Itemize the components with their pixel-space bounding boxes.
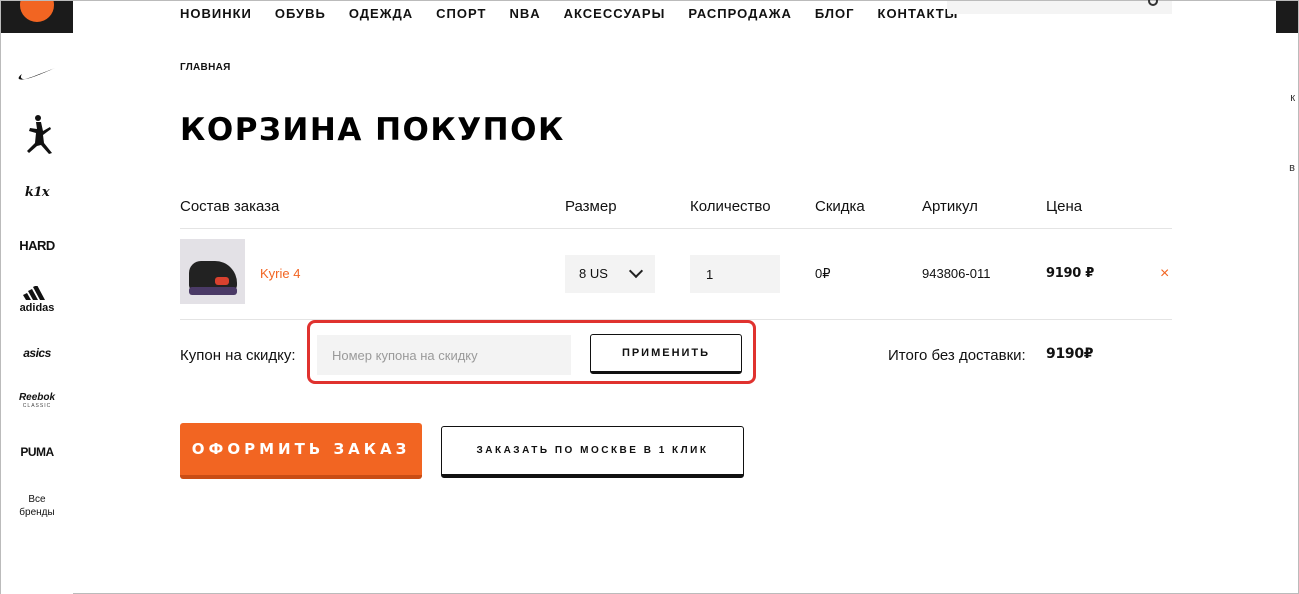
header-size: Размер [565,198,617,215]
coupon-input[interactable] [317,335,571,375]
sneaker-sole [189,287,237,295]
k1x-logo[interactable]: k1x [1,185,73,200]
adidas-wordmark: adidas [19,302,55,314]
search-icon[interactable] [1148,0,1158,6]
right-panel-text-2: в [1289,162,1295,174]
puma-logo[interactable]: PUMA [1,445,73,459]
all-brands-link[interactable]: Все бренды [1,493,73,519]
sneaker-image [189,261,237,295]
nav-sport[interactable]: СПОРТ [436,6,486,21]
nav-sale[interactable]: РАСПРОДАЖА [688,6,792,21]
one-click-order-button[interactable]: ЗАКАЗАТЬ ПО МОСКВЕ В 1 КЛИК [441,426,744,478]
nav-clothing[interactable]: ОДЕЖДА [349,6,413,21]
nike-logo[interactable] [1,65,73,88]
header-quantity: Количество [690,198,771,215]
reebok-wordmark: Reebok [18,392,56,403]
header-sku: Артикул [922,198,978,215]
site-logo[interactable] [1,1,73,33]
brand-sidebar: k1x HARD adidas asics Reebok CLASSIC PUM… [1,1,73,594]
breadcrumb[interactable]: ГЛАВНАЯ [180,62,231,73]
header-composition: Состав заказа [180,198,280,215]
all-brands-line2: бренды [19,507,55,518]
remove-item-icon[interactable]: × [1160,265,1169,283]
basketball-icon [17,1,57,25]
product-thumbnail[interactable] [180,239,245,304]
header-price: Цена [1046,198,1083,215]
header-discount: Скидка [815,198,865,215]
jordan-logo[interactable] [1,113,73,160]
main-nav: НОВИНКИ ОБУВЬ ОДЕЖДА СПОРТ NBA АКСЕССУАР… [180,6,981,21]
asics-logo[interactable]: asics [1,346,73,360]
right-panel-edge [1276,1,1298,33]
nav-blog[interactable]: БЛОГ [815,6,855,21]
sneaker-accent [215,277,229,285]
apply-coupon-button[interactable]: ПРИМЕНИТЬ [590,334,742,374]
size-select[interactable]: 8 US [565,255,655,293]
coupon-label: Купон на скидку: [180,347,296,364]
divider [180,228,1172,229]
hard-logo[interactable]: HARD [1,238,73,253]
reebok-subtitle: CLASSIC [22,403,52,409]
total-value: 9190₽ [1046,346,1094,362]
discount-value: 0₽ [815,266,831,281]
right-panel-text-1: к [1290,92,1295,104]
nav-shoes[interactable]: ОБУВЬ [275,6,326,21]
total-label: Итого без доставки: [888,347,1026,364]
all-brands-line1: Все [28,494,46,505]
checkout-button[interactable]: ОФОРМИТЬ ЗАКАЗ [180,423,422,479]
nav-accessories[interactable]: АКСЕССУАРЫ [564,6,666,21]
nav-new[interactable]: НОВИНКИ [180,6,252,21]
quantity-input[interactable] [690,255,780,293]
size-value: 8 US [579,266,608,281]
page-title: КОРЗИНА ПОКУПОК [180,112,565,148]
chevron-down-icon [628,263,644,279]
nav-nba[interactable]: NBA [509,6,540,21]
price-value: 9190 ₽ [1046,266,1094,281]
reebok-logo[interactable]: Reebok CLASSIC [1,392,73,409]
adidas-logo[interactable]: adidas [1,285,73,314]
search-input[interactable] [947,0,1172,14]
sku-value: 943806-011 [922,266,991,281]
product-name-link[interactable]: Kyrie 4 [260,266,300,281]
